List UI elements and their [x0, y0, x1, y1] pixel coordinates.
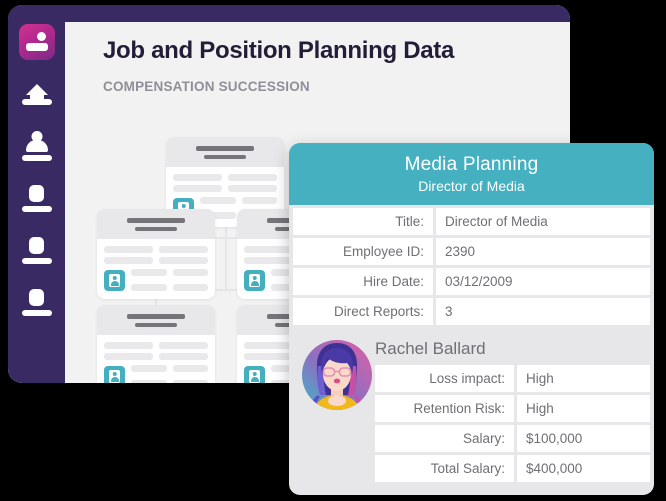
screenshot-root: Job and Position Planning Data COMPENSAT…	[0, 0, 666, 501]
person-badge-icon	[104, 365, 125, 383]
org-node[interactable]	[97, 305, 215, 383]
sidebar-item-dashboard[interactable]	[8, 16, 65, 68]
id-card-icon	[18, 24, 55, 60]
field-label: Employee ID:	[293, 238, 433, 265]
person-badge-icon	[244, 365, 265, 383]
field-label: Title:	[293, 208, 433, 235]
table-row: Title: Director of Media	[293, 208, 650, 235]
org-node[interactable]	[97, 209, 215, 299]
field-label: Hire Date:	[293, 268, 433, 295]
field-value: 2390	[436, 238, 650, 265]
page-subtitle: COMPENSATION SUCCESSION	[103, 79, 310, 94]
field-label: Loss impact:	[375, 365, 514, 392]
field-value: 03/12/2009	[436, 268, 650, 295]
field-value: High	[517, 365, 650, 392]
field-label: Retention Risk:	[375, 395, 514, 422]
org-node-body	[97, 239, 215, 299]
person-badge-icon	[244, 269, 265, 291]
person-fields-table: Loss impact: High Retention Risk: High S…	[375, 359, 654, 482]
table-row: Salary: $100,000	[375, 425, 650, 452]
position-detail-card: Media Planning Director of Media Title: …	[289, 143, 654, 495]
org-node-body	[97, 335, 215, 383]
field-value: $100,000	[517, 425, 650, 452]
table-row: Retention Risk: High	[375, 395, 650, 422]
field-value: Director of Media	[436, 208, 650, 235]
person-name: Rachel Ballard	[375, 339, 486, 358]
table-row: Hire Date: 03/12/2009	[293, 268, 650, 295]
detail-card-header: Media Planning Director of Media	[289, 143, 654, 205]
detail-card-subtitle: Director of Media	[418, 178, 525, 194]
home-icon	[21, 83, 52, 105]
org-node-header	[97, 305, 215, 335]
org-node-header	[166, 137, 284, 167]
detail-card-title: Media Planning	[404, 154, 539, 175]
page-title: Job and Position Planning Data	[103, 37, 455, 64]
table-row: Direct Reports: 3	[293, 298, 650, 325]
table-row: Total Salary: $400,000	[375, 455, 650, 482]
avatar	[302, 338, 372, 412]
sidebar-item-people[interactable]	[8, 120, 65, 172]
field-value: $400,000	[517, 455, 650, 482]
sidebar-item-documents[interactable]	[8, 172, 65, 224]
sidebar-item-home[interactable]	[8, 68, 65, 120]
field-label: Total Salary:	[375, 455, 514, 482]
person-badge-icon	[104, 269, 125, 291]
field-value: 3	[436, 298, 650, 325]
person-section: Rachel Ballard Loss impact: High Retenti…	[289, 330, 654, 482]
table-row: Employee ID: 2390	[293, 238, 650, 265]
field-value: High	[517, 395, 650, 422]
sidebar-item-settings[interactable]	[8, 276, 65, 328]
square-icon	[21, 236, 52, 264]
sidebar-item-reports[interactable]	[8, 224, 65, 276]
square-icon	[21, 288, 52, 316]
person-icon	[21, 131, 52, 161]
field-label: Direct Reports:	[293, 298, 433, 325]
position-fields-table: Title: Director of Media Employee ID: 23…	[289, 205, 654, 325]
window-top-bar	[8, 5, 570, 22]
table-row: Loss impact: High	[375, 365, 650, 392]
org-node-header	[97, 209, 215, 239]
sidebar-nav[interactable]	[8, 5, 65, 383]
square-icon	[21, 184, 52, 212]
field-label: Salary:	[375, 425, 514, 452]
